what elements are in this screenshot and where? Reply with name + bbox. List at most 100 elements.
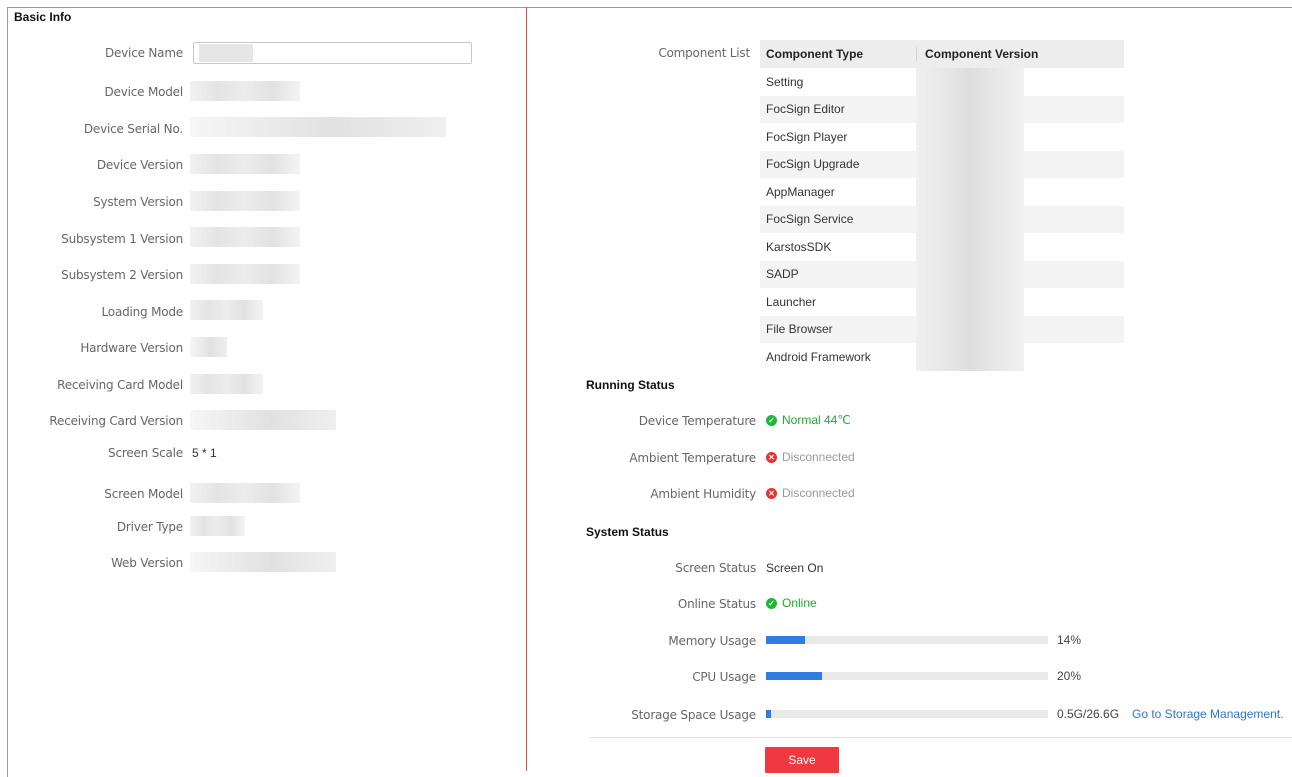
component-type-cell: FocSign Upgrade <box>766 157 860 172</box>
component-version-value <box>916 123 1024 151</box>
component-version-value <box>916 288 1024 316</box>
device-model-label: Device Model <box>104 85 184 99</box>
component-type-header: Component Type <box>760 47 917 61</box>
receiving-card-version-value <box>190 410 336 430</box>
subsystem2-version-value <box>190 264 300 284</box>
component-version-value <box>916 150 1024 178</box>
memory-usage-fill <box>766 636 805 644</box>
component-type-cell: File Browser <box>766 322 833 337</box>
table-row: Setting <box>760 68 1124 96</box>
component-version-value <box>916 343 1024 371</box>
check-circle-icon: ✓ <box>766 414 777 426</box>
component-type-cell: AppManager <box>766 184 835 199</box>
system-status-title: System Status <box>586 525 669 539</box>
column-divider <box>526 7 527 771</box>
device-serial-label: Device Serial No. <box>83 122 183 136</box>
storage-usage-label: Storage Space Usage <box>631 708 756 722</box>
system-version-value <box>190 191 300 211</box>
driver-type-value <box>190 516 245 536</box>
component-table: Component Type Component Version Setting… <box>760 40 1124 371</box>
online-status-value: Online <box>782 596 817 610</box>
ambient-temperature-value: Disconnected <box>782 450 855 464</box>
table-row: FocSign Upgrade <box>760 150 1124 178</box>
running-status-title: Running Status <box>586 378 675 392</box>
memory-usage-value: 14% <box>1057 633 1082 647</box>
screen-scale-label: Screen Scale <box>108 446 183 460</box>
storage-usage-value: 0.5G/26.6G <box>1057 707 1120 721</box>
component-table-header: Component Type Component Version <box>760 40 1124 68</box>
subsystem1-version-value <box>190 227 300 247</box>
system-version-label: System Version <box>93 195 183 209</box>
cpu-usage-fill <box>766 672 822 680</box>
online-status: ✓ Online <box>766 596 817 610</box>
table-row: AppManager <box>760 178 1124 206</box>
hardware-version-label: Hardware Version <box>80 341 183 355</box>
device-name-input[interactable] <box>193 42 479 64</box>
ambient-humidity-value: Disconnected <box>782 486 855 500</box>
component-type-cell: FocSign Service <box>766 212 854 227</box>
error-circle-icon: ✕ <box>766 487 777 499</box>
component-version-value <box>916 260 1024 288</box>
component-version-value <box>916 233 1024 261</box>
ambient-humidity-status: ✕ Disconnected <box>766 486 855 500</box>
subsystem2-version-label: Subsystem 2 Version <box>61 268 183 282</box>
component-version-value <box>916 205 1024 233</box>
component-type-cell: Launcher <box>766 294 817 309</box>
device-version-label: Device Version <box>96 158 183 172</box>
cpu-usage-label: CPU Usage <box>692 670 756 684</box>
device-temperature-status: ✓ Normal 44℃ <box>766 413 851 427</box>
component-version-value <box>916 68 1024 96</box>
screen-status-label: Screen Status <box>675 561 756 575</box>
footer-divider <box>590 737 1292 738</box>
memory-usage-label: Memory Usage <box>668 634 756 648</box>
table-row: File Browser <box>760 315 1124 343</box>
storage-usage-bar <box>766 710 1048 718</box>
device-name-label: Device Name <box>104 46 183 60</box>
component-type-cell: FocSign Player <box>766 129 848 144</box>
component-type-cell: Setting <box>766 74 804 89</box>
table-row: FocSign Service <box>760 205 1124 233</box>
receiving-card-model-label: Receiving Card Model <box>57 378 183 392</box>
loading-mode-value <box>190 300 263 320</box>
table-row: FocSign Player <box>760 123 1124 151</box>
basic-info-title: Basic Info <box>14 10 72 24</box>
component-version-value <box>916 178 1024 206</box>
component-version-value <box>916 95 1024 123</box>
device-model-value <box>190 81 300 101</box>
component-list-label: Component List <box>658 46 750 60</box>
web-version-value <box>190 552 336 572</box>
screen-model-value <box>190 483 300 503</box>
component-type-cell: Android Framework <box>766 349 871 364</box>
ambient-temperature-status: ✕ Disconnected <box>766 450 855 464</box>
storage-management-link[interactable]: Go to Storage Management. <box>1132 707 1283 721</box>
ambient-temperature-label: Ambient Temperature <box>629 451 756 465</box>
component-type-cell: KarstosSDK <box>766 239 832 254</box>
ambient-humidity-label: Ambient Humidity <box>650 487 756 501</box>
component-type-cell: SADP <box>766 267 799 282</box>
cpu-usage-value: 20% <box>1057 669 1082 683</box>
online-status-label: Online Status <box>677 597 756 611</box>
screen-model-label: Screen Model <box>104 487 183 501</box>
device-name-field[interactable] <box>194 43 479 63</box>
check-circle-icon: ✓ <box>766 597 777 609</box>
screen-status-value: Screen On <box>766 561 824 575</box>
table-row: Launcher <box>760 288 1124 316</box>
cpu-usage-bar <box>766 672 1048 680</box>
component-version-header: Component Version <box>925 47 1039 61</box>
table-row: FocSign Editor <box>760 95 1124 123</box>
loading-mode-label: Loading Mode <box>101 305 184 319</box>
save-button[interactable]: Save <box>765 747 839 773</box>
memory-usage-bar <box>766 636 1048 644</box>
storage-usage-fill <box>766 710 771 718</box>
hardware-version-value <box>190 337 227 357</box>
component-version-value <box>916 315 1024 343</box>
receiving-card-version-label: Receiving Card Version <box>49 414 183 428</box>
device-temperature-label: Device Temperature <box>638 414 756 428</box>
table-row: KarstosSDK <box>760 233 1124 261</box>
web-version-label: Web Version <box>111 556 183 570</box>
driver-type-label: Driver Type <box>116 520 183 534</box>
table-row: Android Framework <box>760 343 1124 371</box>
component-type-cell: FocSign Editor <box>766 102 845 117</box>
device-temperature-value: Normal 44℃ <box>782 413 851 427</box>
screen-scale-value: 5 * 1 <box>192 446 217 460</box>
